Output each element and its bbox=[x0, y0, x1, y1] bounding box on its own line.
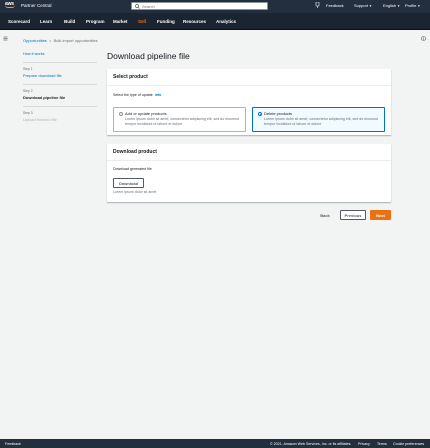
step-label: Upload finished file bbox=[23, 117, 57, 122]
nav-item-market[interactable]: Market bbox=[113, 19, 128, 24]
nav-item-sell[interactable]: Sell bbox=[138, 19, 146, 24]
option-title: Delete products bbox=[264, 111, 293, 116]
feedback-link[interactable]: Feedback bbox=[326, 3, 344, 8]
nav-item-learn[interactable]: Learn bbox=[40, 19, 52, 24]
how-it-works-link[interactable]: How it works bbox=[23, 52, 45, 56]
breadcrumb-current: Bulk import opportunities bbox=[53, 38, 98, 43]
language-label: English bbox=[383, 3, 397, 8]
language-menu[interactable]: English▼ bbox=[383, 3, 400, 8]
top-navigation-bar: aws Partner Central Feedback Support▼ En… bbox=[0, 0, 430, 13]
privacy-link[interactable]: Privacy bbox=[358, 442, 370, 446]
cookie-preferences-link[interactable]: Cookie preferences bbox=[393, 442, 424, 446]
wizard-step-2[interactable]: Step 2 Download pipeline file bbox=[23, 89, 65, 100]
support-menu[interactable]: Support▼ bbox=[354, 3, 372, 8]
step-label: Prepare download file bbox=[23, 73, 62, 78]
divider bbox=[23, 84, 97, 85]
radio-button[interactable] bbox=[119, 112, 123, 116]
panel-header: Download product bbox=[107, 144, 391, 161]
step-number: Step 2 bbox=[23, 89, 33, 93]
nav-item-analytics[interactable]: Analytics bbox=[216, 19, 236, 24]
chevron-down-icon: ▼ bbox=[417, 4, 421, 8]
download-button[interactable]: Download bbox=[113, 178, 144, 188]
nav-item-program[interactable]: Program bbox=[86, 19, 105, 24]
support-label: Support bbox=[354, 3, 369, 8]
nav-item-scorecard[interactable]: Scorecard bbox=[8, 19, 30, 24]
option-delete-products[interactable]: Delete products Lorem ipsum dolor sit am… bbox=[252, 107, 385, 132]
option-title: Add or update products bbox=[125, 111, 167, 116]
search-icon bbox=[135, 3, 140, 9]
divider bbox=[23, 106, 97, 107]
update-type-prompt: Select the type of update Info bbox=[113, 93, 161, 97]
search-input[interactable] bbox=[142, 3, 262, 9]
download-product-panel: Download product Download generated file… bbox=[107, 144, 391, 202]
terms-link[interactable]: Terms bbox=[377, 442, 387, 446]
feedback-icon[interactable] bbox=[315, 2, 320, 8]
search-box[interactable] bbox=[131, 2, 268, 10]
aws-logo[interactable]: aws bbox=[5, 1, 17, 12]
next-button[interactable]: Next bbox=[370, 210, 391, 220]
option-add-or-update-products[interactable]: Add or update products Lorem ipsum dolor… bbox=[113, 107, 246, 132]
nav-item-funding[interactable]: Funding bbox=[157, 19, 175, 24]
main-navigation: Scorecard Learn Build Program Market Sel… bbox=[0, 13, 430, 30]
profile-menu[interactable]: Profile▼ bbox=[405, 3, 420, 8]
copyright-text: © 2021, Amazon Web Services, Inc. or its… bbox=[270, 441, 352, 446]
nav-item-resources[interactable]: Resources bbox=[183, 19, 206, 24]
update-type-label: Select the type of update bbox=[113, 93, 153, 97]
panel-header: Select product bbox=[107, 69, 391, 86]
divider bbox=[23, 62, 97, 63]
radio-button-selected[interactable] bbox=[258, 112, 262, 116]
chevron-down-icon: ▼ bbox=[369, 4, 372, 8]
app-title: Partner Central bbox=[21, 3, 52, 8]
wizard-step-1[interactable]: Step 1 Prepare download file bbox=[23, 67, 62, 78]
page-title: Download pipeline file bbox=[107, 51, 190, 61]
step-number: Step 1 bbox=[23, 67, 33, 71]
footer-feedback-link[interactable]: Feedback bbox=[5, 442, 21, 446]
previous-button[interactable]: Previous bbox=[340, 210, 366, 220]
info-link[interactable]: Info bbox=[155, 93, 162, 97]
breadcrumb: Opportunities > Bulk import opportunitie… bbox=[23, 38, 98, 43]
option-description: Lorem ipsum dolor sit amet, consectetur … bbox=[264, 117, 378, 126]
aws-logo-text: aws bbox=[5, 1, 14, 7]
info-icon[interactable] bbox=[421, 36, 426, 41]
download-label: Download generated file bbox=[113, 167, 152, 171]
step-label: Download pipeline file bbox=[23, 95, 66, 100]
breadcrumb-opportunities[interactable]: Opportunities bbox=[23, 38, 47, 43]
back-button[interactable]: Back bbox=[315, 210, 335, 220]
footer: Feedback © 2021, Amazon Web Services, In… bbox=[0, 439, 430, 448]
menu-icon[interactable] bbox=[3, 36, 8, 41]
step-number: Step 3 bbox=[23, 111, 33, 115]
download-helper-text: Lorem ipsum dolor sit amet bbox=[113, 190, 157, 194]
nav-item-build[interactable]: Build bbox=[64, 19, 75, 24]
profile-label: Profile bbox=[405, 3, 417, 8]
chevron-down-icon: ▼ bbox=[397, 4, 401, 8]
option-description: Lorem ipsum dolor sit amet, consectetur … bbox=[125, 117, 239, 126]
wizard-step-3: Step 3 Upload finished file bbox=[23, 111, 57, 122]
